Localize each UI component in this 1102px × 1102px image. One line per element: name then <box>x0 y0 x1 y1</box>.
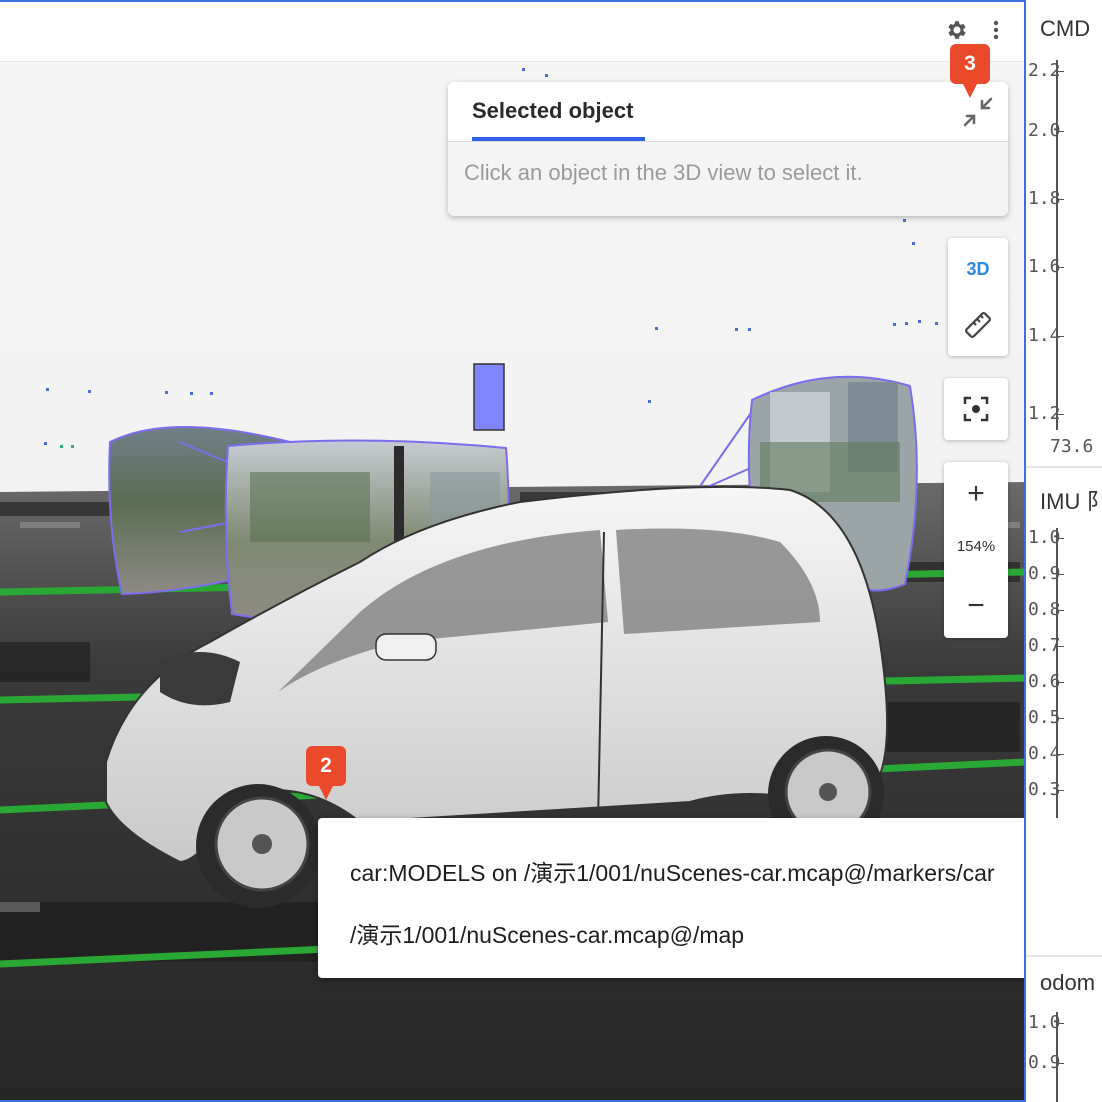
tooltip-line-marker[interactable]: car:MODELS on /演示1/001/nuScenes-car.mcap… <box>350 854 995 888</box>
ruler-icon[interactable] <box>962 297 994 353</box>
tick-label: 1.2 <box>1028 403 1064 424</box>
selected-object-header: Selected object <box>448 82 1008 142</box>
3d-panel[interactable]: Selected object Click an object in the 3… <box>0 0 1026 1102</box>
tick-label: 1.0 <box>1028 527 1064 548</box>
plot-divider <box>1026 955 1102 957</box>
tick-label: 1.4 <box>1028 325 1064 346</box>
annotation-badge-2: 2 <box>306 746 346 800</box>
plot-panels: CMD 2.2 2.0 1.8 1.6 1.4 1.2 73.6 IMU 阝 1… <box>1026 0 1102 1102</box>
selected-object-hint: Click an object in the 3D view to select… <box>464 160 863 185</box>
zoom-level: 154% <box>956 538 996 555</box>
kebab-menu-icon[interactable] <box>982 16 1010 44</box>
x-tick-label: 73.6 <box>1050 436 1094 457</box>
hover-tooltip: car:MODELS on /演示1/001/nuScenes-car.mcap… <box>318 818 1024 978</box>
zoom-controls: + 154% − <box>944 462 1008 638</box>
tick-label: 0.8 <box>1028 599 1064 620</box>
tooltip-line-map[interactable]: /演示1/001/nuScenes-car.mcap@/map <box>350 916 744 950</box>
view-mode-toggle[interactable]: 3D <box>966 241 989 297</box>
tick-label: 1.8 <box>1028 188 1064 209</box>
tick-label: 0.9 <box>1028 1052 1064 1073</box>
plot-axis-cmd <box>1056 60 1058 430</box>
collapse-arrows-icon[interactable] <box>960 94 996 130</box>
gear-icon[interactable] <box>942 16 970 44</box>
zoom-in-button[interactable]: + <box>944 464 1008 524</box>
tick-label: 2.2 <box>1028 60 1064 81</box>
plot-title-odom: odom <box>1040 970 1096 995</box>
tick-label: 2.0 <box>1028 120 1064 141</box>
tick-label: 0.5 <box>1028 707 1064 728</box>
annotation-badge-3: 3 <box>950 44 990 98</box>
tick-label: 0.6 <box>1028 671 1064 692</box>
zoom-out-button[interactable]: − <box>944 576 1008 636</box>
panel-toolbar <box>0 2 1024 62</box>
focus-target-icon[interactable] <box>944 378 1008 440</box>
tick-label: 1.0 <box>1028 1012 1064 1033</box>
tick-label: 0.3 <box>1028 779 1064 800</box>
plot-title-imu: IMU 阝 <box>1040 489 1102 514</box>
view-tools-group: 3D <box>948 238 1008 356</box>
plot-divider <box>1026 466 1102 468</box>
selected-object-panel: Selected object Click an object in the 3… <box>448 82 1008 216</box>
tick-label: 0.4 <box>1028 743 1064 764</box>
plot-title-cmd: CMD <box>1040 16 1091 41</box>
active-tab-indicator <box>472 137 645 141</box>
tick-label: 0.7 <box>1028 635 1064 656</box>
tick-label: 1.6 <box>1028 256 1064 277</box>
tab-selected-object[interactable]: Selected object <box>472 98 633 124</box>
tick-label: 0.9 <box>1028 563 1064 584</box>
